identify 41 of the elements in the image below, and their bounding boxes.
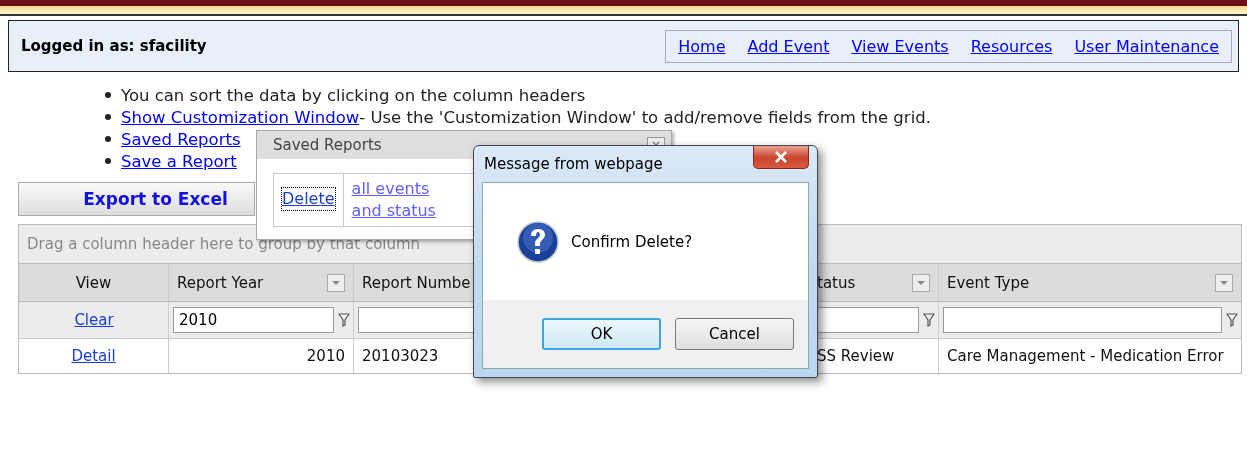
- info-text: You can sort the data by clicking on the column headers: [121, 85, 586, 105]
- nav-link[interactable]: Home: [678, 36, 726, 56]
- bullet-icon: [105, 114, 111, 120]
- close-button[interactable]: [753, 146, 809, 169]
- bullet-icon: [105, 158, 111, 164]
- detail-link[interactable]: Detail: [71, 347, 116, 365]
- info-link[interactable]: Save a Report: [121, 151, 237, 171]
- table-cell: SS Review: [817, 347, 895, 365]
- table-cell: 20103023: [362, 347, 439, 365]
- ok-button[interactable]: OK: [542, 318, 661, 350]
- table-cell: Care Management - Medication Error: [947, 347, 1224, 365]
- dialog-title: Message from webpage: [484, 155, 663, 173]
- column-header[interactable]: tatus: [817, 273, 856, 292]
- cancel-button[interactable]: Cancel: [675, 318, 794, 350]
- info-text: - Use the 'Customization Window' to add/remove fields from the grid.: [359, 107, 931, 127]
- nav-link[interactable]: View Events: [851, 36, 949, 56]
- question-icon: [517, 220, 559, 263]
- column-header[interactable]: Event Type: [947, 273, 1030, 292]
- filter-field[interactable]: 2010: [173, 307, 334, 333]
- info-link[interactable]: Saved Reports: [121, 129, 241, 149]
- export-button[interactable]: Export to Excel: [18, 182, 255, 216]
- nav-link[interactable]: Add Event: [747, 36, 830, 56]
- column-menu-icon[interactable]: [1215, 273, 1233, 292]
- filter-icon[interactable]: [923, 313, 935, 327]
- dialog-message: Confirm Delete?: [571, 232, 693, 251]
- bullet-icon: [105, 136, 111, 142]
- column-header[interactable]: View: [75, 273, 112, 292]
- column-menu-icon[interactable]: [912, 273, 930, 292]
- column-menu-icon[interactable]: [327, 273, 345, 292]
- panel-title: Saved Reports: [273, 136, 382, 154]
- nav-link[interactable]: User Maintenance: [1074, 36, 1219, 56]
- table-cell: 2010: [306, 347, 345, 365]
- close-icon[interactable]: [774, 151, 788, 163]
- clear-link[interactable]: Clear: [74, 311, 114, 329]
- info-link[interactable]: Show Customization Window: [121, 107, 360, 127]
- filter-field[interactable]: [943, 307, 1222, 333]
- nav-link[interactable]: Resources: [970, 36, 1053, 56]
- filter-icon[interactable]: [1226, 313, 1238, 327]
- bullet-icon: [105, 92, 111, 98]
- filter-icon[interactable]: [338, 313, 350, 327]
- logged-in-label: Logged in as: sfacility: [21, 37, 207, 55]
